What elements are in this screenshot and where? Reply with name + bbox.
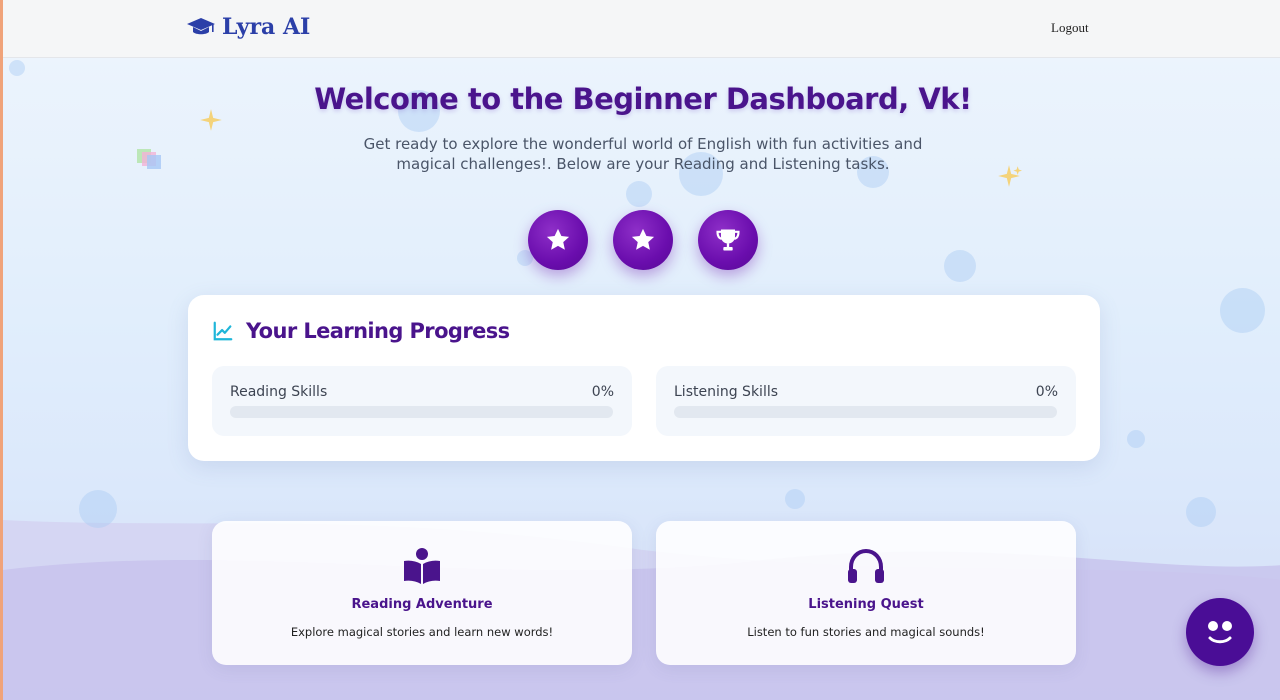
skill-label: Reading Skills [230, 384, 328, 400]
star-icon [631, 228, 655, 250]
reading-skills-panel: Reading Skills 0% [212, 366, 632, 436]
notes-decor-icon [137, 149, 161, 169]
progress-bar-track [230, 406, 613, 418]
star-badge[interactable] [613, 210, 673, 270]
star-icon [546, 228, 570, 250]
book-reader-icon [404, 548, 440, 584]
bubble-decor [1127, 430, 1145, 448]
progress-bar-track [674, 406, 1057, 418]
brand-logo[interactable]: Lyra AI [186, 14, 310, 40]
brand-name: Lyra AI [222, 14, 311, 40]
bubble-decor [79, 490, 117, 528]
card-title: Listening Quest [808, 597, 924, 612]
trophy-icon [716, 229, 740, 251]
bubble-decor [1186, 497, 1216, 527]
learning-progress-card: Your Learning Progress Reading Skills 0%… [188, 295, 1100, 461]
page-subtitle: Get ready to explore the wonderful world… [363, 135, 923, 173]
skill-label: Listening Skills [674, 384, 779, 400]
listening-quest-card[interactable]: Listening Quest Listen to fun stories an… [656, 521, 1076, 665]
reading-adventure-card[interactable]: Reading Adventure Explore magical storie… [212, 521, 632, 665]
card-description: Listen to fun stories and magical sounds… [747, 625, 985, 639]
sparkle-icon [998, 165, 1022, 187]
listening-skills-panel: Listening Skills 0% [656, 366, 1076, 436]
top-navbar: Lyra AI Logout [3, 0, 1280, 58]
card-description: Explore magical stories and learn new wo… [290, 625, 554, 639]
chat-assistant-button[interactable] [1186, 598, 1254, 666]
chart-line-icon [213, 321, 233, 341]
background-wave [3, 520, 1280, 700]
skill-percent: 0% [591, 384, 614, 400]
achievement-badges [528, 210, 758, 270]
progress-title: Your Learning Progress [246, 319, 510, 343]
logout-link[interactable]: Logout [1051, 20, 1089, 36]
card-title: Reading Adventure [351, 597, 493, 612]
star-badge[interactable] [528, 210, 588, 270]
trophy-badge[interactable] [698, 210, 758, 270]
bubble-decor [9, 60, 25, 76]
bubble-decor [944, 250, 976, 282]
page-title: Welcome to the Beginner Dashboard, Vk! [314, 82, 972, 116]
headphones-icon [848, 548, 884, 583]
bubble-decor [1220, 288, 1265, 333]
graduation-cap-icon [187, 18, 215, 35]
bubble-decor [785, 489, 805, 509]
progress-header: Your Learning Progress [212, 319, 510, 343]
smiley-face-icon [1208, 621, 1232, 644]
bubble-decor [626, 181, 652, 207]
skill-percent: 0% [1035, 384, 1058, 400]
